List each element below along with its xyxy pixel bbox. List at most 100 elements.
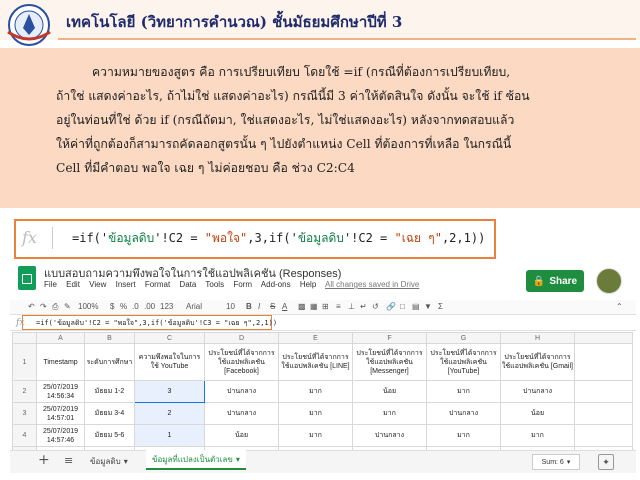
column-header-f[interactable]: F xyxy=(352,332,427,344)
empty-cell[interactable] xyxy=(574,424,633,447)
column-header-a[interactable]: A xyxy=(36,332,85,344)
row-number[interactable]: 1 xyxy=(12,343,37,381)
data-cell[interactable]: ปานกลาง xyxy=(204,402,279,425)
data-cell[interactable]: น้อย xyxy=(352,380,427,403)
data-cell[interactable]: มาก xyxy=(278,380,353,403)
row-number[interactable]: 3 xyxy=(12,402,37,425)
align-icon[interactable]: ≡ xyxy=(336,302,341,311)
menu-insert[interactable]: Insert xyxy=(116,280,136,289)
data-cell[interactable]: มาก xyxy=(278,424,353,447)
data-cell[interactable]: มาก xyxy=(500,424,575,447)
menu-file[interactable]: File xyxy=(44,280,57,289)
chart-icon[interactable]: ▤ xyxy=(412,302,420,311)
borders-icon[interactable]: ▦ xyxy=(310,302,318,311)
column-header-c[interactable]: C xyxy=(134,332,205,344)
menu-data[interactable]: Data xyxy=(179,280,196,289)
valign-icon[interactable]: ⊥ xyxy=(348,302,355,311)
all-sheets-icon[interactable]: ≡ xyxy=(64,454,73,467)
header-cell[interactable]: ความพึงพอใจในการใช้ YouTube xyxy=(134,343,205,381)
fill-color-icon[interactable]: ▩ xyxy=(298,302,306,311)
save-status[interactable]: All changes saved in Drive xyxy=(325,280,419,289)
font-select[interactable]: Arial xyxy=(186,302,202,311)
share-button[interactable]: 🔒 Share xyxy=(526,270,584,292)
menu-tools[interactable]: Tools xyxy=(205,280,224,289)
bold-button[interactable]: B xyxy=(246,302,252,311)
explore-icon[interactable]: ✦ xyxy=(598,454,614,470)
tab-converted-data[interactable]: ข้อมูลที่แปลงเป็นตัวเลข ▾ xyxy=(146,450,246,470)
column-header-e[interactable]: E xyxy=(278,332,353,344)
empty-cell[interactable] xyxy=(574,380,633,403)
google-sheets-icon[interactable] xyxy=(18,266,36,290)
undo-icon[interactable]: ↶ xyxy=(28,302,35,311)
header-cell[interactable]: ประโยชน์ที่ได้จากการใช้แอปพลิเคชัน [YouT… xyxy=(426,343,501,381)
redo-icon[interactable]: ↷ xyxy=(40,302,47,311)
header-cell[interactable]: ประโยชน์ที่ได้จากการใช้แอปพลิเคชัน [Face… xyxy=(204,343,279,381)
timestamp-cell[interactable]: 25/07/2019 14:56:34 xyxy=(36,380,85,403)
merge-icon[interactable]: ⊞ xyxy=(322,302,329,311)
column-header-g[interactable]: G xyxy=(426,332,501,344)
column-header-h[interactable]: H xyxy=(500,332,575,344)
header-cell[interactable]: ประโยชน์ที่ได้จากการใช้แอปพลิเคชัน [Gmai… xyxy=(500,343,575,381)
text-color-button[interactable]: A xyxy=(282,302,287,311)
currency-button[interactable]: $ xyxy=(110,302,114,311)
empty-cell[interactable] xyxy=(574,343,633,381)
sum-display[interactable]: Sum: 6 ▾ xyxy=(532,454,580,470)
empty-cell[interactable] xyxy=(574,402,633,425)
timestamp-cell[interactable]: 25/07/2019 14:57:01 xyxy=(36,402,85,425)
paint-format-icon[interactable]: ✎ xyxy=(64,302,71,311)
data-cell[interactable]: น้อย xyxy=(204,424,279,447)
data-cell[interactable]: มาก xyxy=(278,402,353,425)
percent-button[interactable]: % xyxy=(120,302,127,311)
satisfaction-cell-selected[interactable]: 3 xyxy=(134,380,205,403)
row-number[interactable]: 2 xyxy=(12,380,37,403)
header-cell[interactable]: ประโยชน์ที่ได้จากการใช้แอปพลิเคชัน [Mess… xyxy=(352,343,427,381)
header-cell[interactable]: ระดับการศึกษา xyxy=(84,343,135,381)
add-sheet-icon[interactable]: + xyxy=(38,452,50,468)
font-size-select[interactable]: 10 xyxy=(226,302,235,311)
header-cell[interactable]: Timestamp xyxy=(36,343,85,381)
data-cell[interactable]: มาก xyxy=(352,402,427,425)
level-cell[interactable]: มัธยม 1-2 xyxy=(84,380,135,403)
satisfaction-cell[interactable]: 2 xyxy=(134,402,205,425)
data-cell[interactable]: น้อย xyxy=(500,402,575,425)
level-cell[interactable]: มัธยม 3-4 xyxy=(84,402,135,425)
header-cell[interactable]: ประโยชน์ที่ได้จากการใช้แอปพลิเคชัน [LINE… xyxy=(278,343,353,381)
menu-edit[interactable]: Edit xyxy=(66,280,80,289)
increase-decimal-button[interactable]: .00 xyxy=(144,302,155,311)
rotate-icon[interactable]: ↺ xyxy=(372,302,379,311)
functions-icon[interactable]: Σ xyxy=(438,302,443,311)
comment-icon[interactable]: □ xyxy=(400,302,405,311)
column-header-blank[interactable] xyxy=(574,332,633,344)
tab-raw-data[interactable]: ข้อมูลดิบ ▾ xyxy=(84,452,134,470)
satisfaction-cell[interactable]: 1 xyxy=(134,424,205,447)
italic-button[interactable]: I xyxy=(258,302,260,311)
menu-format[interactable]: Format xyxy=(145,280,170,289)
zoom-select[interactable]: 100% xyxy=(78,302,98,311)
menu-help[interactable]: Help xyxy=(300,280,316,289)
column-header-b[interactable]: B xyxy=(84,332,135,344)
menu-view[interactable]: View xyxy=(89,280,106,289)
more-formats-button[interactable]: 123 xyxy=(160,302,173,311)
row-number[interactable]: 4 xyxy=(12,424,37,447)
strikethrough-button[interactable]: S xyxy=(270,302,275,311)
data-cell[interactable]: มาก xyxy=(426,424,501,447)
decrease-decimal-button[interactable]: .0 xyxy=(132,302,139,311)
data-cell[interactable]: ปานกลาง xyxy=(426,402,501,425)
filter-icon[interactable]: ▼ xyxy=(424,302,432,311)
menu-addons[interactable]: Add-ons xyxy=(261,280,291,289)
data-cell[interactable]: ปานกลาง xyxy=(352,424,427,447)
wrap-icon[interactable]: ↵ xyxy=(360,302,367,311)
level-cell[interactable]: มัธยม 5-6 xyxy=(84,424,135,447)
timestamp-cell[interactable]: 25/07/2019 14:57:46 xyxy=(36,424,85,447)
data-cell[interactable]: ปานกลาง xyxy=(204,380,279,403)
collapse-icon[interactable]: ⌃ xyxy=(616,302,623,311)
formula-bar-input[interactable]: =if('ข้อมูลดิบ'!C2 = "พอใจ",3,if('ข้อมูล… xyxy=(36,318,277,329)
select-all-corner[interactable] xyxy=(12,332,37,344)
link-icon[interactable]: 🔗 xyxy=(386,302,396,311)
print-icon[interactable]: ⎙ xyxy=(52,302,58,312)
data-cell[interactable]: ปานกลาง xyxy=(500,380,575,403)
column-header-d[interactable]: D xyxy=(204,332,279,344)
data-cell[interactable]: มาก xyxy=(426,380,501,403)
menu-form[interactable]: Form xyxy=(233,280,252,289)
avatar[interactable] xyxy=(596,268,622,294)
